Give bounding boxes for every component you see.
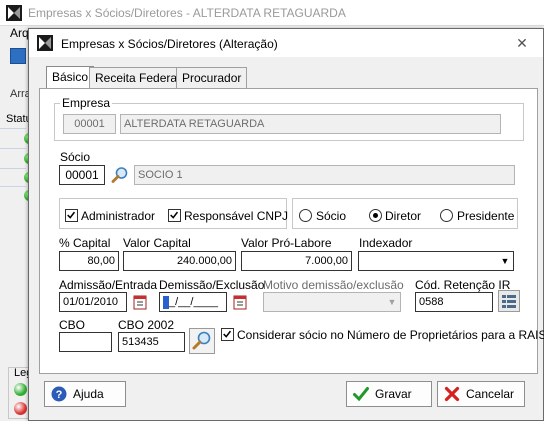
cbo2002-label: CBO 2002: [118, 318, 175, 332]
tab-basico[interactable]: Básico: [46, 66, 95, 89]
responsavel-cnpj-checkbox[interactable]: [168, 209, 181, 222]
toolbar-tool-icon[interactable]: [10, 48, 26, 64]
close-icon[interactable]: ✕: [507, 33, 537, 53]
demissao-mask: _/__/____: [169, 296, 218, 308]
rais-label: Considerar sócio no Número de Proprietár…: [237, 328, 544, 342]
cancel-x-icon: [444, 386, 460, 402]
alterdata-logo-icon: [6, 5, 22, 21]
valor-capital-input[interactable]: 240.000,00: [123, 251, 236, 271]
dialog-title: Empresas x Sócios/Diretores (Alteração): [61, 37, 278, 51]
svg-text:?: ?: [56, 389, 63, 401]
grid-line: [0, 186, 26, 187]
grid-line: [0, 168, 26, 169]
tab-procurador[interactable]: Procurador: [176, 67, 248, 88]
checkmark-icon: [223, 330, 232, 338]
admissao-label: Admissão/Entrada: [59, 278, 158, 292]
role-presidente-radio[interactable]: [440, 209, 453, 222]
role-socio-label: Sócio: [316, 209, 347, 223]
empresa-name-field: ALTERDATA RETAGUARDA: [120, 114, 501, 134]
search-socio-icon[interactable]: [110, 165, 130, 185]
capital-pct-label: % Capital: [59, 236, 111, 250]
responsavel-cnpj-label: Responsável CNPJ: [184, 209, 289, 223]
role-socio-radio[interactable]: [299, 209, 312, 222]
help-button[interactable]: ? Ajuda: [44, 381, 126, 407]
cbo-input[interactable]: [59, 332, 112, 352]
demissao-input[interactable]: _/__/____: [159, 292, 227, 312]
retencao-input[interactable]: 0588: [415, 292, 493, 312]
motivo-label: Motivo demissão/exclusão: [263, 278, 404, 292]
dialog-titlebar: Empresas x Sócios/Diretores (Alteração) …: [29, 29, 543, 57]
admissao-input[interactable]: 01/01/2010: [59, 292, 127, 312]
indexador-label: Indexador: [359, 236, 413, 250]
save-button[interactable]: Gravar: [346, 381, 432, 407]
administrador-checkbox[interactable]: [65, 209, 78, 222]
role-presidente-label: Presidente: [457, 209, 515, 223]
socio-code-input[interactable]: 00001: [59, 165, 105, 185]
search-cbo-icon[interactable]: [189, 328, 215, 354]
list-grid-icon[interactable]: [498, 290, 520, 312]
help-icon: ?: [51, 386, 67, 402]
tab-receita-federal-label: Receita Federal: [95, 71, 180, 85]
menu-arquivo[interactable]: Arq: [10, 26, 29, 40]
socio-dialog: Empresas x Sócios/Diretores (Alteração) …: [28, 28, 544, 421]
valor-capital-label: Valor Capital: [123, 236, 191, 250]
grid-line: [0, 128, 26, 129]
tab-panel-basico: Empresa 00001 ALTERDATA RETAGUARDA Sócio…: [39, 88, 544, 374]
role-diretor-radio[interactable]: [369, 209, 382, 222]
chevron-down-icon: ▼: [387, 297, 397, 307]
checkmark-icon: [170, 211, 179, 219]
indexador-select[interactable]: [358, 251, 514, 271]
empresa-group-label: Empresa: [60, 96, 113, 110]
empresa-code-field: 00001: [63, 114, 116, 134]
role-diretor-label: Diretor: [385, 209, 422, 223]
tab-procurador-label: Procurador: [182, 71, 242, 85]
tab-receita-federal[interactable]: Receita Federal: [89, 67, 186, 88]
rais-checkbox[interactable]: [221, 328, 234, 341]
grid-line: [0, 148, 26, 149]
cancel-button-label: Cancelar: [466, 387, 515, 401]
cancel-button[interactable]: Cancelar: [437, 381, 525, 407]
socio-label: Sócio: [60, 150, 91, 164]
checkmark-icon: [67, 211, 76, 219]
background-titlebar: Empresas x Sócios/Diretores - ALTERDATA …: [0, 0, 544, 26]
demissao-label: Demissão/Exclusão: [159, 278, 265, 292]
capital-pct-input[interactable]: 80,00: [59, 251, 119, 271]
save-button-label: Gravar: [375, 387, 412, 401]
cbo2002-input[interactable]: 513435: [118, 332, 185, 352]
legend-green-icon: [14, 383, 27, 396]
calendar-icon[interactable]: [233, 294, 247, 310]
motivo-select: [263, 292, 401, 312]
calendar-icon[interactable]: [133, 294, 147, 310]
help-button-label: Ajuda: [73, 387, 104, 401]
socio-name-field: SOCIO 1: [134, 165, 515, 185]
chevron-down-icon[interactable]: ▼: [497, 252, 513, 270]
retencao-label: Cód. Retenção IR: [415, 278, 511, 292]
pro-labore-label: Valor Pró-Labore: [241, 236, 332, 250]
pro-labore-input[interactable]: 7.000,00: [241, 251, 352, 271]
cbo-label: CBO: [59, 318, 86, 332]
checkmark-icon: [353, 387, 369, 402]
alterdata-logo-icon: [37, 35, 53, 51]
legend-red-icon: [14, 402, 27, 415]
background-window-title: Empresas x Sócios/Diretores - ALTERDATA …: [28, 6, 346, 20]
administrador-label: Administrador: [81, 209, 156, 223]
tab-basico-label: Básico: [52, 70, 89, 84]
